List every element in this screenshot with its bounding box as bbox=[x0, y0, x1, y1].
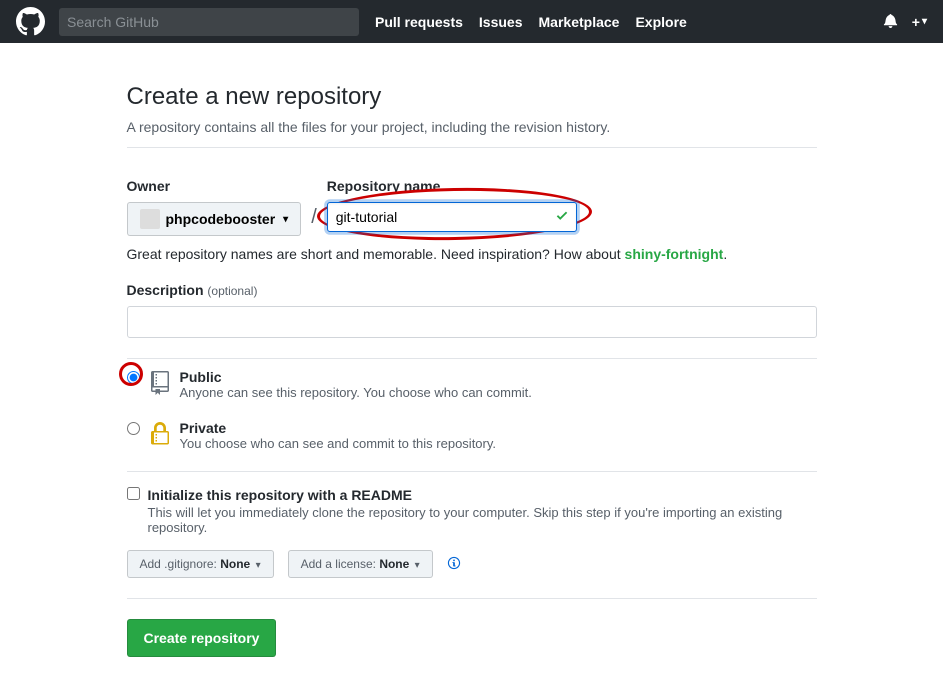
header-right: +▾ bbox=[883, 13, 927, 31]
owner-repo-separator: / bbox=[311, 178, 317, 229]
github-logo[interactable] bbox=[16, 7, 45, 36]
gitignore-select[interactable]: Add .gitignore: None ▾ bbox=[127, 550, 274, 578]
caret-down-icon: ▾ bbox=[256, 560, 261, 571]
repo-name-input[interactable] bbox=[327, 202, 577, 232]
info-icon[interactable] bbox=[447, 556, 461, 573]
public-title: Public bbox=[180, 369, 817, 385]
caret-down-icon: ▾ bbox=[283, 214, 288, 225]
visibility-private-option: Private You choose who can see and commi… bbox=[127, 410, 817, 461]
caret-down-icon: ▾ bbox=[415, 560, 420, 571]
lock-icon bbox=[148, 420, 172, 446]
visibility-public-option: Public Anyone can see this repository. Y… bbox=[127, 359, 817, 410]
owner-value: phpcodebooster bbox=[166, 211, 276, 227]
check-icon bbox=[555, 209, 569, 226]
private-title: Private bbox=[180, 420, 817, 436]
private-desc: You choose who can see and commit to thi… bbox=[180, 436, 817, 451]
notifications-icon[interactable] bbox=[883, 13, 898, 31]
form-section: Owner phpcodebooster ▾ / Repository name bbox=[127, 148, 817, 657]
suggestion-link[interactable]: shiny-fortnight bbox=[625, 246, 724, 262]
add-menu[interactable]: +▾ bbox=[912, 14, 927, 30]
description-input[interactable] bbox=[127, 306, 817, 338]
repo-name-hint: Great repository names are short and mem… bbox=[127, 246, 817, 262]
main-container: Create a new repository A repository con… bbox=[107, 43, 837, 697]
global-header: Pull requests Issues Marketplace Explore… bbox=[0, 0, 943, 43]
repo-public-icon bbox=[148, 369, 172, 395]
owner-select[interactable]: phpcodebooster ▾ bbox=[127, 202, 302, 236]
create-repository-button[interactable]: Create repository bbox=[127, 619, 277, 657]
readme-desc: This will let you immediately clone the … bbox=[148, 505, 817, 535]
visibility-private-radio[interactable] bbox=[127, 422, 140, 435]
owner-label: Owner bbox=[127, 178, 302, 194]
search-wrap bbox=[59, 8, 359, 36]
owner-avatar bbox=[140, 209, 160, 229]
nav-explore[interactable]: Explore bbox=[635, 14, 686, 30]
nav-marketplace[interactable]: Marketplace bbox=[539, 14, 620, 30]
page-subtitle: A repository contains all the files for … bbox=[127, 119, 817, 135]
nav-issues[interactable]: Issues bbox=[479, 14, 523, 30]
description-label: Description (optional) bbox=[127, 282, 817, 298]
divider bbox=[127, 598, 817, 599]
visibility-public-radio[interactable] bbox=[127, 371, 140, 384]
license-select[interactable]: Add a license: None ▾ bbox=[288, 550, 433, 578]
nav-pull-requests[interactable]: Pull requests bbox=[375, 14, 463, 30]
readme-checkbox[interactable] bbox=[127, 487, 140, 500]
search-input[interactable] bbox=[67, 14, 351, 30]
page-title: Create a new repository bbox=[127, 83, 817, 111]
readme-title: Initialize this repository with a README bbox=[148, 487, 817, 503]
readme-option: Initialize this repository with a README… bbox=[127, 472, 817, 535]
nav-links: Pull requests Issues Marketplace Explore bbox=[375, 14, 687, 30]
repo-name-label: Repository name bbox=[327, 178, 577, 194]
public-desc: Anyone can see this repository. You choo… bbox=[180, 385, 817, 400]
